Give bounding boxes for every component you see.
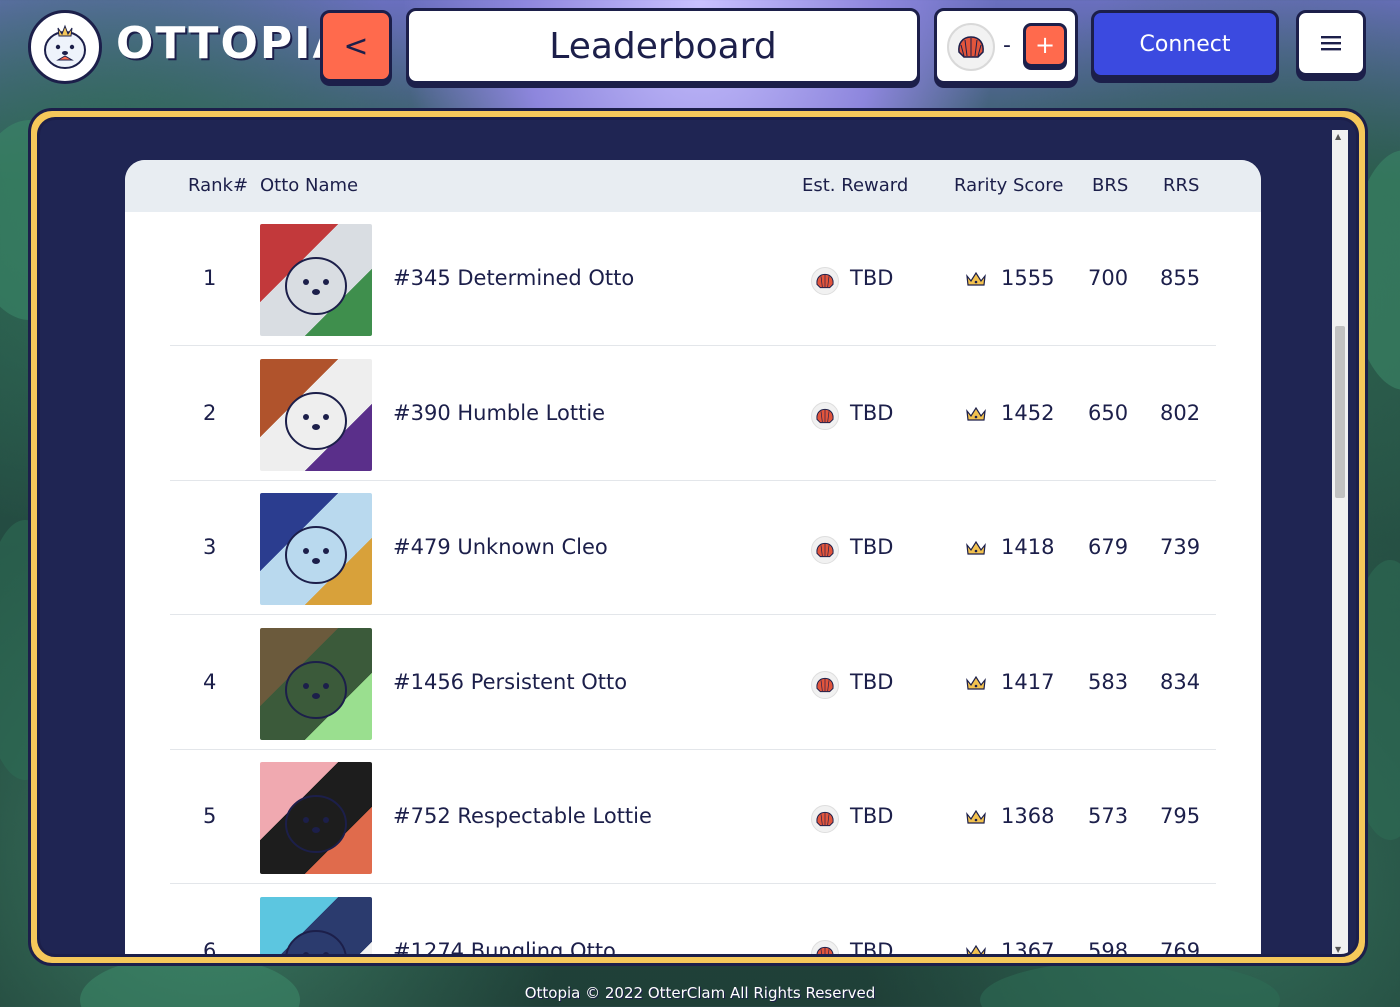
table-row[interactable]: 4 #1456 Persistent Otto TBD 1417 583 834 bbox=[170, 616, 1216, 750]
otto-thumbnail[interactable] bbox=[260, 627, 372, 740]
clam-shell-icon bbox=[811, 401, 839, 430]
clam-shell-icon bbox=[811, 267, 839, 295]
brs-value: 598 bbox=[1088, 938, 1129, 957]
leaderboard-table: Rank# Otto Name Est. Reward Rarity Score… bbox=[125, 160, 1261, 957]
brs-value: 700 bbox=[1088, 266, 1129, 290]
rank-cell: 5 bbox=[203, 804, 217, 828]
brand-name[interactable]: OTTOPIA bbox=[116, 18, 349, 69]
column-header-brs[interactable]: BRS bbox=[1092, 175, 1128, 196]
brs-value: 650 bbox=[1088, 400, 1129, 425]
rrs-value: 855 bbox=[1160, 266, 1201, 290]
crown-icon bbox=[965, 405, 987, 427]
est-reward-value: TBD bbox=[850, 804, 894, 828]
column-header-name[interactable]: Otto Name bbox=[260, 175, 358, 196]
rrs-value: 834 bbox=[1160, 669, 1201, 694]
est-reward-value: TBD bbox=[850, 938, 894, 957]
rank-cell: 2 bbox=[203, 400, 217, 425]
scroll-up-arrow-icon[interactable]: ▲ bbox=[1335, 132, 1341, 141]
rank-cell: 3 bbox=[203, 535, 217, 559]
otto-thumbnail[interactable] bbox=[260, 224, 372, 336]
plus-icon: + bbox=[1034, 31, 1056, 59]
scroll-down-arrow-icon[interactable]: ▼ bbox=[1335, 945, 1341, 954]
rarity-score-value: 1368 bbox=[1001, 804, 1055, 828]
brs-value: 573 bbox=[1088, 804, 1129, 828]
otto-name-link[interactable]: #390 Humble Lottie bbox=[393, 401, 605, 425]
clam-shell-icon bbox=[811, 805, 839, 833]
clam-shell-icon bbox=[811, 670, 839, 699]
rrs-value: 739 bbox=[1160, 535, 1201, 559]
table-row[interactable]: 5 #752 Respectable Lottie TBD 1368 573 795 bbox=[170, 750, 1216, 884]
leaderboard-panel: Rank# Otto Name Est. Reward Rarity Score… bbox=[28, 108, 1368, 966]
crown-icon bbox=[965, 943, 987, 954]
clam-shell-icon bbox=[947, 23, 995, 71]
column-header-rarity[interactable]: Rarity Score bbox=[954, 175, 1063, 196]
otto-thumbnail[interactable] bbox=[260, 493, 372, 605]
crown-icon bbox=[965, 539, 987, 561]
est-reward-value: TBD bbox=[850, 266, 894, 290]
table-row[interactable]: 2 #390 Humble Lottie TBD 1452 650 802 bbox=[170, 347, 1216, 481]
column-header-rank[interactable]: Rank# bbox=[188, 175, 248, 196]
brs-value: 583 bbox=[1088, 669, 1129, 694]
otto-thumbnail[interactable] bbox=[260, 358, 372, 471]
back-button[interactable]: < bbox=[320, 10, 392, 82]
rrs-value: 802 bbox=[1160, 400, 1201, 425]
column-header-rrs[interactable]: RRS bbox=[1163, 175, 1199, 196]
rarity-score-value: 1418 bbox=[1001, 535, 1055, 559]
otto-name-link[interactable]: #1274 Bungling Otto bbox=[393, 939, 616, 955]
est-reward-value: TBD bbox=[850, 400, 894, 425]
crown-icon bbox=[965, 674, 987, 696]
est-reward-value: TBD bbox=[850, 535, 894, 559]
brs-value: 679 bbox=[1088, 535, 1129, 559]
scrollbar-thumb[interactable] bbox=[1335, 326, 1345, 498]
scrollbar[interactable]: ▲ ▼ bbox=[1332, 130, 1348, 954]
buy-clam-button[interactable]: + bbox=[1023, 23, 1067, 67]
clam-shell-icon bbox=[811, 536, 839, 564]
rank-cell: 6 bbox=[203, 938, 217, 957]
clam-balance-widget: - + bbox=[934, 8, 1078, 84]
crown-icon bbox=[965, 270, 987, 292]
otto-thumbnail[interactable] bbox=[260, 762, 372, 874]
otto-name-link[interactable]: #752 Respectable Lottie bbox=[393, 804, 652, 828]
rrs-value: 795 bbox=[1160, 804, 1201, 828]
rarity-score-value: 1452 bbox=[1001, 400, 1055, 425]
footer-copyright: Ottopia © 2022 OtterClam All Rights Rese… bbox=[524, 984, 876, 1002]
rank-cell: 1 bbox=[203, 266, 217, 290]
otto-name-link[interactable]: #345 Determined Otto bbox=[393, 266, 634, 290]
menu-button[interactable] bbox=[1296, 10, 1366, 76]
table-row[interactable]: 1 #345 Determined Otto TBD 1555 700 855 bbox=[170, 212, 1216, 346]
clam-balance-value: - bbox=[1003, 33, 1011, 58]
rrs-value: 769 bbox=[1160, 938, 1201, 957]
table-row[interactable]: 3 #479 Unknown Cleo TBD 1418 679 739 bbox=[170, 481, 1216, 615]
table-header: Rank# Otto Name Est. Reward Rarity Score… bbox=[125, 160, 1261, 212]
hamburger-icon bbox=[1321, 36, 1341, 51]
clam-shell-icon bbox=[811, 939, 839, 954]
rank-cell: 4 bbox=[203, 669, 217, 694]
page-title: Leaderboard bbox=[406, 8, 920, 84]
rarity-score-value: 1417 bbox=[1001, 669, 1055, 694]
back-label: < bbox=[343, 28, 369, 64]
top-bar: OTTOPIA < Leaderboard - + Connect bbox=[0, 0, 1400, 100]
crown-icon bbox=[965, 808, 987, 830]
otto-name-link[interactable]: #1456 Persistent Otto bbox=[393, 670, 627, 694]
rarity-score-value: 1367 bbox=[1001, 938, 1055, 957]
otto-name-link[interactable]: #479 Unknown Cleo bbox=[393, 535, 608, 559]
otter-logo-icon[interactable] bbox=[28, 10, 102, 84]
est-reward-value: TBD bbox=[850, 669, 894, 694]
table-row[interactable]: 6 #1274 Bungling Otto TBD 1367 598 769 bbox=[170, 885, 1216, 957]
otto-thumbnail[interactable] bbox=[260, 896, 372, 954]
connect-wallet-button[interactable]: Connect bbox=[1091, 10, 1279, 78]
rarity-score-value: 1555 bbox=[1001, 266, 1055, 290]
column-header-reward[interactable]: Est. Reward bbox=[802, 175, 908, 196]
leaderboard-panel-inner: Rank# Otto Name Est. Reward Rarity Score… bbox=[37, 117, 1359, 957]
